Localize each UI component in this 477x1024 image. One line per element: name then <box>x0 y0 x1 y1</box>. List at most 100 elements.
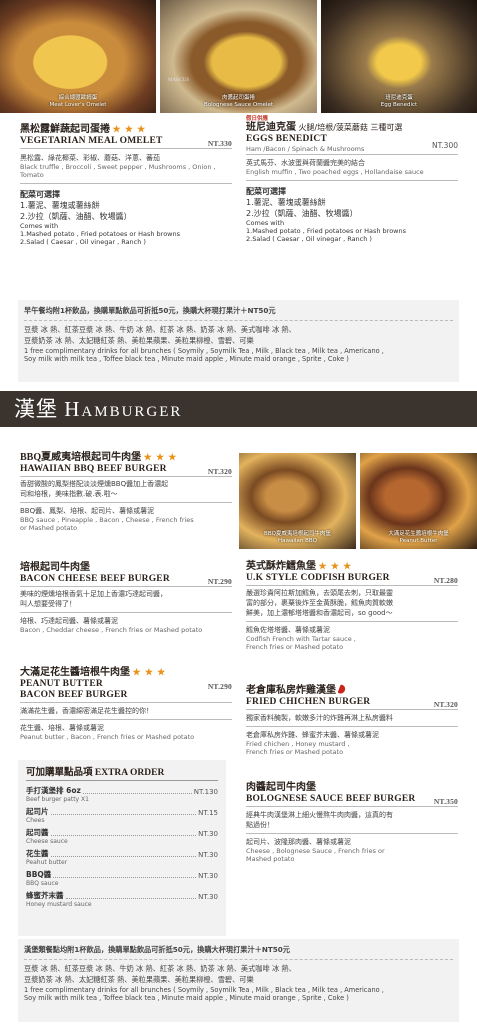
divider <box>246 726 458 727</box>
item-options-en: Ham /Bacon / Spinach & Mushrooms <box>246 145 365 153</box>
photo-hawaiian-bbq-burger: BBQ夏威夷培根起司牛肉堡 Hawaiian BBQ <box>239 453 356 549</box>
photo-peanut-butter-burger: 大滿足花生醬培根牛肉堡 Peanut Butter <box>360 453 477 549</box>
photo-caption: 班尼迪克蛋 Egg Benedict <box>380 95 418 108</box>
item-title-options: 火腿/培根/菠菜蘑菇 三種可選 <box>298 123 403 132</box>
menu-item-codfish: 英式酥炸鱈魚堡 ★ ★ ★ U.K Style Codfish Burger NT… <box>246 560 458 651</box>
item-title-en: Bacon Beef Burger <box>20 690 128 700</box>
side-option: 2.沙拉（凱薩、油醋、牧場醬） <box>246 209 358 218</box>
extra-item-row: 花生醬 NT.30 <box>26 848 218 859</box>
divider <box>246 833 458 834</box>
side-title: 配菜可選擇 <box>20 190 60 199</box>
item-ingredients-en: Fried chichen , Honey mustard , <box>246 740 350 748</box>
item-title-zh: 班尼迪克蛋 <box>246 122 296 133</box>
star-rating-icon: ★ ★ ★ <box>143 452 178 462</box>
note-head: 早午餐均附1杯飲品，換購單點飲品可折抵50元，換購大杯現打果汁＋NT50元 <box>24 306 276 315</box>
leader-dots <box>82 793 192 794</box>
item-ingredients-zh: 花生醬、培根、薯條或薯泥 <box>20 724 104 732</box>
item-desc-zh: 鮮美，加上濃郁塔塔醬和香濃起司，so good～ <box>246 609 393 617</box>
item-ingredients-en: Bacon , Cheddar cheese , French fries or… <box>20 626 203 634</box>
spicy-chili-icon <box>337 684 347 695</box>
item-desc-zh: 叫人想要受得了！ <box>20 600 76 608</box>
photo-caption: 肉醬起司蛋捲 Bolognese Sauce Omelet <box>203 95 274 108</box>
item-title-en: Fried Chichen Burger <box>246 697 371 707</box>
item-title-en: Vegetarian Meal Omelet <box>20 136 163 146</box>
photo-caption: 綜合總匯歐姆蛋 Meat Lover's Omelet <box>49 95 107 108</box>
menu-item-eggs-benedict: 假日供應 班尼迪克蛋 火腿/培根/菠菜蘑菇 三種可選 Eggs Benedict… <box>246 116 458 243</box>
section-title-zh: 漢堡 <box>14 397 58 421</box>
divider <box>26 780 218 781</box>
extra-item-name: BBQ醬 <box>26 870 52 879</box>
divider <box>20 586 232 587</box>
item-desc-zh: 嚴選珍貴阿拉斯加鱈魚，去頭尾去刺，只取最靈 <box>246 589 393 597</box>
divider <box>20 719 232 720</box>
photo-caption: BBQ夏威夷培根起司牛肉堡 Hawaiian BBQ <box>264 531 331 544</box>
extra-item-price: NT.30 <box>198 893 218 901</box>
photo-meat-lover-omelet: 綜合總匯歐姆蛋 Meat Lover's Omelet <box>0 0 156 113</box>
item-ingredients-en: or Mashed potato <box>20 524 78 532</box>
section-title-en: Hamburger <box>64 397 183 421</box>
item-desc-en: English muffin , Two poached eggs , Holl… <box>246 168 424 176</box>
item-title-en: U.K Style Codfish Burger <box>246 573 390 583</box>
divider <box>24 958 453 960</box>
item-title-zh: 英式酥炸鱈魚堡 <box>246 561 316 572</box>
item-ingredients-zh: 起司片、波隆那肉醬、薯條或薯泥 <box>246 838 351 846</box>
item-price: NT.290 <box>207 682 232 691</box>
item-desc-zh: 黑松露、綠花椰菜、彩椒、蘑菇、洋蔥、蕃茄 <box>20 154 160 162</box>
divider <box>20 183 232 184</box>
burger-drinks-note: 漢堡類餐點均附1杯飲品，換購單點飲品可折抵50元，換購大杯現打果汁＋NT50元 … <box>18 939 459 1022</box>
divider <box>246 180 458 181</box>
item-price: NT.320 <box>207 467 232 476</box>
extra-item-row: 起司片 NT.15 <box>26 806 218 817</box>
note-drinks: 豆漿 冰 熱、紅茶豆漿 冰 熱、牛奶 冰 熱、紅茶 冰 熱、奶茶 冰 熱、美式咖… <box>24 324 296 334</box>
note-drinks: 豆漿奶茶 冰 熱、太妃糖紅茶 熱、美粒果蘋果、美粒果柳橙、雪碧、可樂 <box>24 336 254 345</box>
item-desc-zh: 司和培根，美味指數.破.表.啦～ <box>20 490 118 498</box>
item-title-en: Eggs Benedict <box>246 134 327 144</box>
item-desc-zh: 香甜微酸的鳳梨搭配淡淡煙燻BBQ醬加上香濃起 <box>20 480 169 488</box>
item-desc-zh: 富的部分，裹粟後炸至金黃酥脆，鱈魚肉質軟嫩 <box>246 599 393 607</box>
item-title-zh: 培根起司牛肉堡 <box>20 562 90 573</box>
extra-item: 花生醬 NT.30 Peahut butter <box>26 848 218 866</box>
extra-item-name-en: Beef burger patty X1 <box>26 796 89 803</box>
menu-item-bolognese-burger: 肉醬起司牛肉堡 Bolognese Sauce Beef Burger NT.35… <box>246 782 458 863</box>
divider <box>246 709 458 710</box>
item-ingredients-en: Mashed potato <box>246 855 295 863</box>
extra-item: 蜂蜜芥末醬 NT.30 Honey mustard sauce <box>26 890 218 908</box>
side-option: 1.薯泥、薯塊或薯絲餅 <box>246 198 326 207</box>
photo-egg-benedict: 班尼迪克蛋 Egg Benedict <box>321 0 477 113</box>
side-en: Comes with <box>246 219 285 227</box>
note-drinks: 豆漿奶茶 冰 熱、太妃糖紅茶 熱、美粒果蘋果、美粒果柳橙、雪碧、可樂 <box>24 975 254 984</box>
extra-order-panel: 可加購單點品項 Extra Order 手打漢堡排 6oz NT.130 Beef … <box>18 760 226 936</box>
extra-item-name: 起司片 <box>26 807 49 816</box>
item-desc-zh: 美味的煙燻培根香氣十足加上香濃巧達起司醬， <box>20 590 167 598</box>
side-en: 1.Mashed potato , Fried potatoes or Hash… <box>20 230 181 238</box>
divider <box>20 502 232 503</box>
note-en: 1 free complimentary drinks for all brun… <box>24 985 384 994</box>
extra-item-name: 花生醬 <box>26 849 49 858</box>
item-price: NT.280 <box>433 576 458 585</box>
leader-dots <box>50 835 197 836</box>
item-ingredients-en: French fries or Mashed potato <box>246 748 344 756</box>
leader-dots <box>53 877 197 878</box>
item-price: NT.350 <box>433 797 458 806</box>
extra-item-row: 蜂蜜芥末醬 NT.30 <box>26 890 218 901</box>
item-desc-zh: 經典牛肉漢堡淋上細火慢熬牛肉肉醬，這真的有 <box>246 811 393 819</box>
extra-item: 起司醬 NT.30 Cheese sauce <box>26 827 218 845</box>
extra-item-price: NT.15 <box>198 809 218 817</box>
item-ingredients-zh: 老倉庫私房炸雞、蜂蜜芥末醬、薯條或薯泥 <box>246 731 379 739</box>
side-title: 配菜可選擇 <box>246 187 286 196</box>
side-en: 2.Salad ( Caesar , Oil vinegar , Ranch ) <box>20 238 146 246</box>
extra-item-price: NT.30 <box>198 851 218 859</box>
divider <box>246 806 458 807</box>
side-en: 2.Salad ( Caesar , Oil vinegar , Ranch ) <box>246 235 372 243</box>
item-ingredients-en: Peanut butter , Bacon , French fries or … <box>20 733 195 741</box>
item-title-zh: 老倉庫私房炸雞漢堡 <box>246 685 336 696</box>
note-head: 漢堡類餐點均附1杯飲品，換購單點飲品可折抵50元，換購大杯現打果汁＋NT50元 <box>24 945 290 954</box>
item-price: NT.320 <box>433 700 458 709</box>
divider <box>20 476 232 477</box>
item-desc-zh: 獨家香料醃製，軟嫩多汁的炸雞再淋上私房醬料 <box>246 714 393 722</box>
item-ingredients-en: French fries or Mashed potato <box>246 643 344 651</box>
star-rating-icon: ★ ★ ★ <box>112 124 147 134</box>
extra-item-row: BBQ醬 NT.30 <box>26 869 218 880</box>
item-title-en: Bolognese Sauce Beef Burger <box>246 794 416 804</box>
item-desc-zh: 英式馬芬、水波蛋與荷蘭醬完美的結合 <box>246 159 365 167</box>
